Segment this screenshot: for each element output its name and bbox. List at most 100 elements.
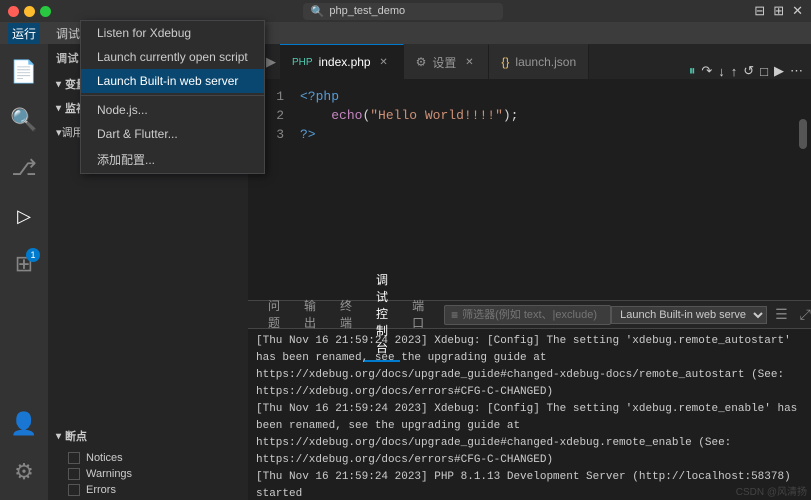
step-into-icon[interactable]: ↓ — [718, 64, 725, 79]
activity-explorer[interactable]: 📄 — [0, 48, 48, 96]
menu-run[interactable]: 运行 — [8, 23, 40, 44]
list-view-icon[interactable]: ☰ — [771, 304, 792, 325]
maximize-button[interactable] — [40, 6, 51, 17]
tab-settings-label: 设置 — [432, 54, 456, 71]
php-echo: echo — [331, 108, 362, 123]
step-out-icon[interactable]: ↑ — [731, 64, 738, 79]
filter-input[interactable] — [462, 309, 604, 321]
forward-icon[interactable]: ▶ — [266, 54, 276, 70]
debug-config-dropdown[interactable]: Launch Built-in web serve — [611, 306, 767, 324]
accounts-icon: 👤 — [10, 411, 37, 437]
step-over-icon[interactable]: ↷ — [701, 63, 712, 79]
explorer-icon: 📄 — [10, 59, 37, 85]
tab-bar: ◀ ▶ PHP index.php ✕ ⚙ 设置 ✕ {} launch.jso… — [248, 44, 811, 79]
filter-icon: ≡ — [451, 308, 458, 322]
search-icon: 🔍 — [311, 5, 325, 18]
tab-index-php-label: index.php — [319, 55, 371, 69]
panel-filter[interactable]: ≡ — [444, 305, 611, 325]
pause-icon[interactable]: ⏸ — [689, 63, 696, 79]
breakpoints-label: 断点 — [65, 428, 87, 444]
stop-icon[interactable]: □ — [760, 64, 768, 79]
activity-extensions[interactable]: ⊞ 1 — [0, 240, 48, 288]
close-button[interactable] — [8, 6, 19, 17]
split-icon[interactable]: ⊞ — [773, 3, 784, 19]
tab-index-php[interactable]: PHP index.php ✕ — [280, 44, 404, 79]
tab-close-icon[interactable]: ✕ — [377, 57, 391, 68]
git-icon: ⎇ — [11, 155, 36, 181]
context-menu-add-config[interactable]: 添加配置... — [81, 146, 264, 173]
panel-tabs: 问题 输出 终端 调试控制台 端口 ≡ Launch Built-in web … — [248, 301, 811, 329]
panel: 问题 输出 终端 调试控制台 端口 ≡ Launch Built-in web … — [248, 300, 811, 500]
warnings-label: Warnings — [86, 468, 132, 480]
code-line-1: 1 <?php — [248, 87, 811, 106]
code-line-3: 3 ?> — [248, 125, 811, 144]
log-line: [Thu Nov 16 21:59:24 2023] Xdebug: [Conf… — [256, 333, 803, 401]
traffic-lights — [8, 6, 51, 17]
breakpoints-section: ▾ 断点 Notices Warnings Errors — [48, 424, 248, 500]
list-item: Warnings — [68, 466, 240, 482]
list-item: Notices — [68, 450, 240, 466]
minimize-button[interactable] — [24, 6, 35, 17]
title-search[interactable]: 🔍 php_test_demo — [303, 3, 503, 20]
activity-git[interactable]: ⎇ — [0, 144, 48, 192]
tab-launch-json-label: launch.json — [515, 55, 576, 69]
warnings-checkbox[interactable] — [68, 468, 80, 480]
chevron-down-icon: ▾ — [56, 79, 61, 90]
activity-settings[interactable]: ⚙ — [0, 448, 48, 496]
php-open-tag: <?php — [300, 89, 339, 104]
context-menu: Listen for Xdebug Launch currently open … — [80, 20, 265, 174]
divider — [81, 95, 264, 96]
php-icon: PHP — [292, 57, 313, 68]
activity-search[interactable]: 🔍 — [0, 96, 48, 144]
json-icon: {} — [501, 55, 509, 69]
close-icon[interactable]: ✕ — [792, 3, 803, 19]
context-menu-dart[interactable]: Dart & Flutter... — [81, 122, 264, 146]
code-editor[interactable]: 1 <?php 2 echo("Hello World!!!!"); 3 ?> — [248, 79, 811, 300]
activity-debug[interactable]: ▷ — [0, 192, 48, 240]
list-item: Errors — [68, 482, 240, 498]
context-menu-listen[interactable]: Listen for Xdebug — [81, 21, 264, 45]
editor-area: ◀ ▶ PHP index.php ✕ ⚙ 设置 ✕ {} launch.jso… — [248, 44, 811, 500]
code-line-2: 2 echo("Hello World!!!!"); — [248, 106, 811, 125]
notices-label: Notices — [86, 452, 123, 464]
debug-icon: ▷ — [17, 206, 31, 227]
tab-settings[interactable]: ⚙ 设置 ✕ — [404, 44, 490, 79]
debug-toolbar: ⏸ ↷ ↓ ↑ ↺ □ ▶ ⋯ — [681, 63, 811, 79]
chevron-down-icon: ▾ — [56, 431, 61, 442]
php-string: "Hello World!!!!" — [370, 108, 503, 123]
restart-icon[interactable]: ↺ — [743, 63, 754, 79]
context-menu-nodejs[interactable]: Node.js... — [81, 98, 264, 122]
context-menu-launch-script[interactable]: Launch currently open script — [81, 45, 264, 69]
debug-more-icon[interactable]: ⋯ — [790, 63, 803, 79]
title-right-icons: ⊟ ⊞ ✕ — [754, 3, 803, 19]
panel-content: [Thu Nov 16 21:59:24 2023] Xdebug: [Conf… — [248, 329, 811, 500]
tab-close-icon[interactable]: ✕ — [462, 57, 476, 68]
title-search-text: php_test_demo — [329, 5, 405, 17]
settings-icon: ⚙ — [416, 55, 427, 69]
code-content: ?> — [300, 125, 803, 144]
code-content: echo("Hello World!!!!"); — [300, 106, 803, 125]
chevron-right-icon: ▾ — [56, 103, 61, 114]
scrollbar[interactable] — [799, 119, 807, 149]
expand-icon[interactable]: ⤢ — [796, 304, 811, 325]
log-line: [Thu Nov 16 21:59:24 2023] PHP 8.1.13 De… — [256, 469, 803, 500]
run-icon[interactable]: ▶ — [774, 63, 784, 79]
gear-icon: ⚙ — [14, 459, 34, 485]
panel-actions: Launch Built-in web serve ☰ ⤢ ✕ — [611, 304, 811, 325]
activity-bar: 📄 🔍 ⎇ ▷ ⊞ 1 👤 ⚙ — [0, 44, 48, 500]
breakpoints-list: Notices Warnings Errors — [48, 448, 248, 500]
breakpoints-title[interactable]: ▾ 断点 — [48, 424, 248, 448]
title-bar: 🔍 php_test_demo ⊟ ⊞ ✕ — [0, 0, 811, 22]
layout-icon[interactable]: ⊟ — [754, 3, 765, 19]
tab-launch-json[interactable]: {} launch.json — [489, 44, 589, 79]
errors-label: Errors — [86, 484, 116, 496]
sidebar-spacer — [48, 144, 248, 424]
context-menu-launch-web[interactable]: Launch Built-in web server — [81, 69, 264, 93]
activity-accounts[interactable]: 👤 — [0, 400, 48, 448]
notices-checkbox[interactable] — [68, 452, 80, 464]
errors-checkbox[interactable] — [68, 484, 80, 496]
php-close-tag: ?> — [300, 127, 316, 142]
search-icon: 🔍 — [10, 107, 37, 133]
extensions-badge: 1 — [26, 248, 40, 262]
watermark: CSDN @风清扬 — [736, 483, 807, 498]
